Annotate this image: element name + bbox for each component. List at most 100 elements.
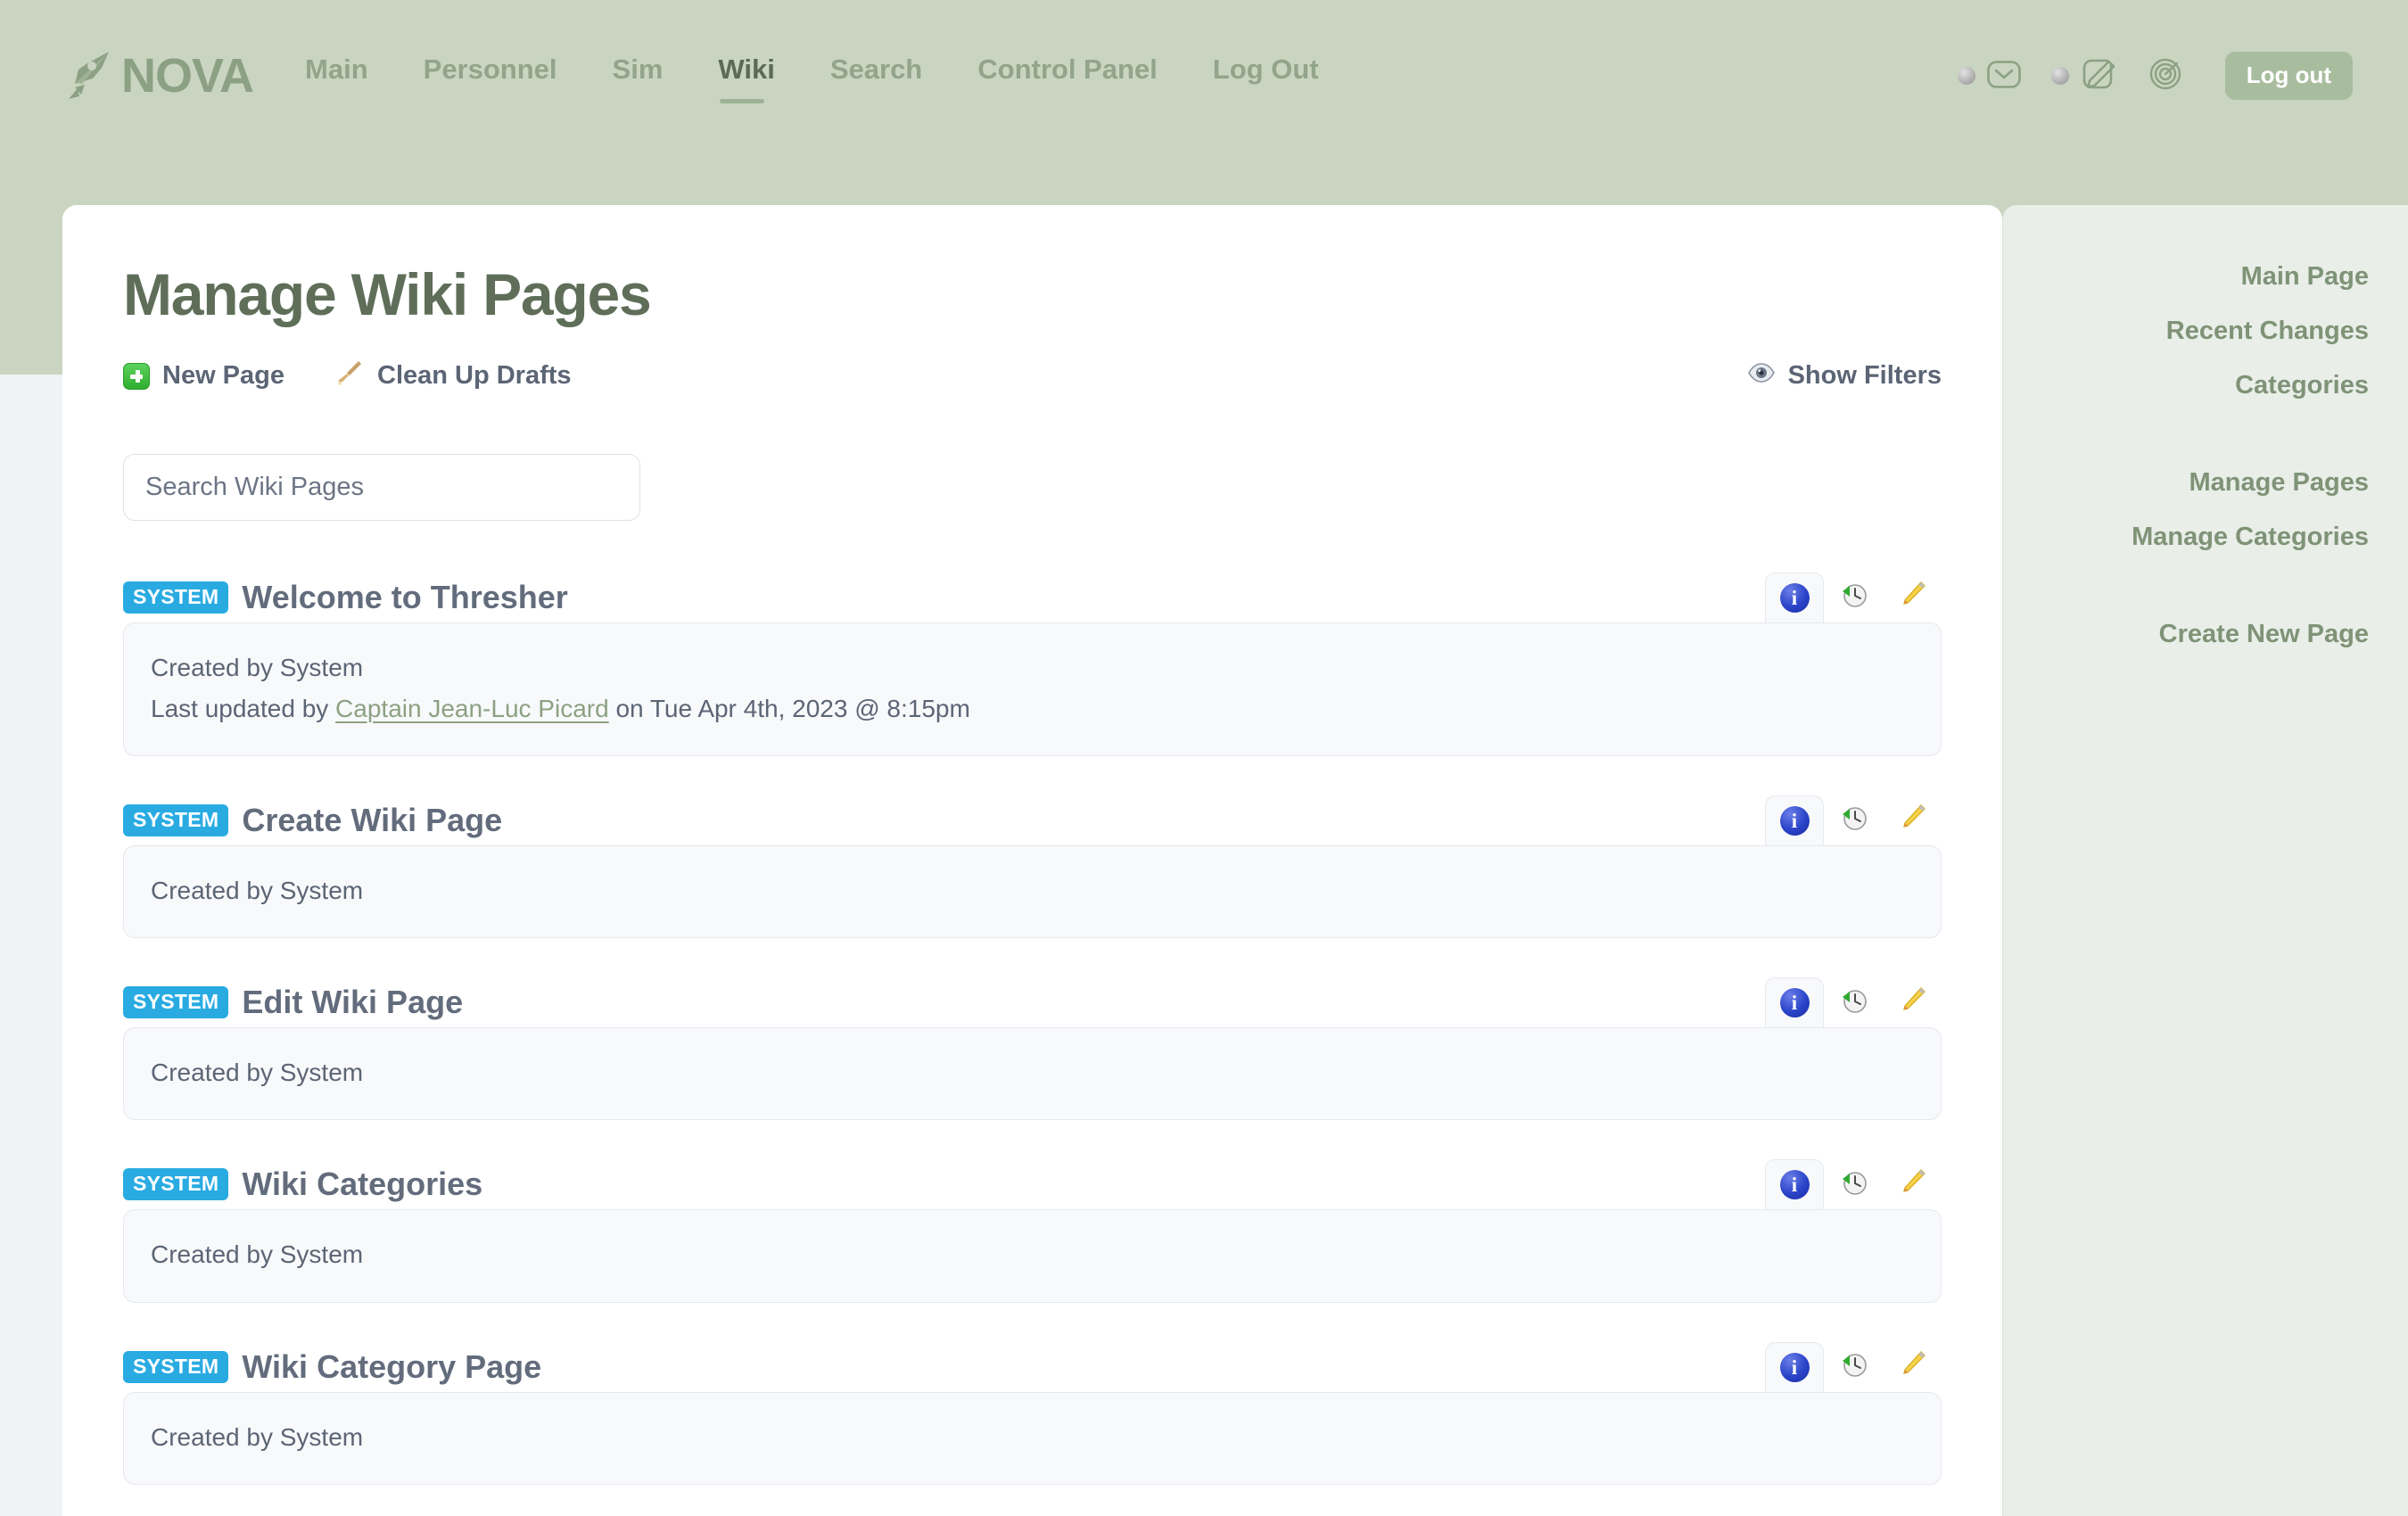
edit-tab[interactable] [1883, 1342, 1942, 1392]
edit-pencil-icon [1897, 803, 1927, 837]
info-icon: i [1779, 582, 1810, 613]
updated-by-user-link[interactable]: Captain Jean-Luc Picard [335, 695, 609, 722]
wiki-page-title[interactable]: Edit Wiki Page [242, 986, 463, 1018]
created-by-line: Created by System [151, 1422, 364, 1451]
wiki-item-detail: Created by System [123, 1209, 1942, 1303]
sidebar-item-manage-pages[interactable]: Manage Pages [2003, 456, 2369, 510]
messages-status-dot [1957, 67, 1975, 85]
wiki-item-detail: Created by System [123, 1027, 1942, 1121]
sidebar-item-main-page[interactable]: Main Page [2003, 250, 2369, 304]
row-action-tabs: i [1765, 1341, 1942, 1392]
page-action-bar: New Page Clean Up Drafts Show Filters [123, 352, 1942, 400]
history-clock-icon [1838, 803, 1868, 837]
created-by-line: Created by System [151, 653, 364, 681]
wiki-page-title[interactable]: Wiki Categories [242, 1168, 482, 1200]
info-tab[interactable]: i [1765, 1159, 1824, 1210]
history-tab[interactable] [1824, 977, 1883, 1027]
info-tab[interactable]: i [1765, 977, 1824, 1028]
sidebar-item-categories[interactable]: Categories [2003, 358, 2369, 413]
edit-pencil-icon [1897, 1167, 1927, 1202]
info-tab[interactable]: i [1765, 795, 1824, 845]
pen-nib-icon [61, 48, 116, 103]
status-badge: SYSTEM [123, 1168, 229, 1201]
sidebar-item-create-new-page[interactable]: Create New Page [2003, 607, 2369, 662]
messages-envelope-icon[interactable] [1983, 54, 2025, 99]
wiki-page-title[interactable]: Welcome to Thresher [242, 581, 567, 614]
sidebar-divider-2 [2003, 564, 2369, 607]
wiki-list-item: SYSTEM Wiki Categories i Created by Syst… [123, 1159, 1942, 1303]
nav-item-wiki[interactable]: Wiki [718, 45, 775, 107]
broom-icon [334, 358, 365, 395]
info-tab[interactable]: i [1765, 572, 1824, 622]
wiki-item-header: SYSTEM Edit Wiki Page i [123, 977, 1942, 1028]
messages-group [1957, 54, 2025, 99]
created-by-line: Created by System [151, 876, 364, 904]
new-page-label: New Page [162, 361, 285, 391]
edit-tab[interactable] [1883, 977, 1942, 1027]
new-page-button[interactable]: New Page [123, 361, 285, 391]
search-input[interactable] [123, 453, 640, 521]
radar-icon[interactable] [2145, 54, 2186, 99]
wiki-item-detail: Created by System [123, 1391, 1942, 1485]
notepad-pencil-icon[interactable] [2077, 54, 2118, 99]
wiki-page-title[interactable]: Create Wiki Page [242, 803, 502, 836]
page-title: Manage Wiki Pages [123, 261, 652, 327]
created-by-line: Created by System [151, 1059, 364, 1087]
status-badge: SYSTEM [123, 803, 229, 836]
logout-button[interactable]: Log out [2224, 52, 2353, 100]
radar-group [2145, 54, 2186, 99]
wiki-list-item: SYSTEM Edit Wiki Page i Created by Syste… [123, 977, 1942, 1121]
updated-prefix: Last updated by [151, 694, 336, 722]
sidebar-item-manage-categories[interactable]: Manage Categories [2003, 510, 2369, 564]
wiki-list-item: SYSTEM Wiki Category Page i Created by S… [123, 1341, 1942, 1485]
history-tab[interactable] [1824, 1342, 1883, 1392]
nav-item-search[interactable]: Search [830, 45, 922, 107]
wiki-item-header: SYSTEM Wiki Categories i [123, 1159, 1942, 1210]
info-tab[interactable]: i [1765, 1341, 1824, 1392]
updated-suffix: on Tue Apr 4th, 2023 @ 8:15pm [608, 694, 970, 722]
right-sidebar: Main Page Recent Changes Categories Mana… [2002, 205, 2408, 1516]
wiki-pages-list: SYSTEM Welcome to Thresher i Created by … [123, 572, 1942, 1485]
main-content-panel: Manage Wiki Pages New Page Clean Up Draf… [62, 205, 2002, 1516]
last-updated-line: Last updated by Captain Jean-Luc Picard … [151, 688, 1914, 729]
nav-item-main[interactable]: Main [305, 45, 368, 107]
wiki-item-header: SYSTEM Welcome to Thresher i [123, 572, 1942, 622]
wiki-item-header: SYSTEM Wiki Category Page i [123, 1341, 1942, 1392]
show-filters-button[interactable]: Show Filters [1747, 358, 1942, 394]
wiki-page-title[interactable]: Wiki Category Page [242, 1350, 541, 1383]
sidebar-divider-1 [2003, 413, 2369, 456]
wiki-item-header: SYSTEM Create Wiki Page i [123, 795, 1942, 845]
green-plus-icon [123, 362, 150, 390]
history-tab[interactable] [1824, 795, 1883, 845]
row-action-tabs: i [1765, 977, 1942, 1028]
clean-up-drafts-button[interactable]: Clean Up Drafts [334, 358, 572, 395]
edit-pencil-icon [1897, 580, 1927, 614]
edit-tab[interactable] [1883, 795, 1942, 845]
edit-tab[interactable] [1883, 1159, 1942, 1209]
info-icon: i [1779, 988, 1810, 1018]
brand-logo[interactable]: NOVA [61, 48, 254, 103]
info-icon: i [1779, 1352, 1810, 1382]
nav-item-sim[interactable]: Sim [613, 45, 664, 107]
clean-up-drafts-label: Clean Up Drafts [377, 361, 572, 391]
history-tab[interactable] [1824, 1159, 1883, 1209]
created-by-line: Created by System [151, 1240, 364, 1269]
nav-item-control-panel[interactable]: Control Panel [977, 45, 1158, 107]
history-clock-icon [1838, 1167, 1868, 1202]
edit-pencil-icon [1897, 1349, 1927, 1384]
notepad-status-dot [2050, 67, 2069, 85]
eye-icon [1747, 358, 1776, 394]
top-navbar: NOVA Main Personnel Sim Wiki Search Cont… [0, 0, 2408, 152]
info-icon: i [1779, 1170, 1810, 1200]
history-tab[interactable] [1824, 573, 1883, 622]
nav-item-personnel[interactable]: Personnel [424, 45, 557, 107]
info-icon: i [1779, 805, 1810, 836]
row-action-tabs: i [1765, 795, 1942, 845]
status-badge: SYSTEM [123, 1350, 229, 1383]
edit-tab[interactable] [1883, 573, 1942, 622]
wiki-list-item: SYSTEM Create Wiki Page i Created by Sys… [123, 795, 1942, 939]
sidebar-item-recent-changes[interactable]: Recent Changes [2003, 304, 2369, 358]
edit-pencil-icon [1897, 985, 1927, 1020]
nav-item-log-out[interactable]: Log Out [1213, 45, 1319, 107]
navbar-right-tools: Log out [1931, 52, 2353, 100]
